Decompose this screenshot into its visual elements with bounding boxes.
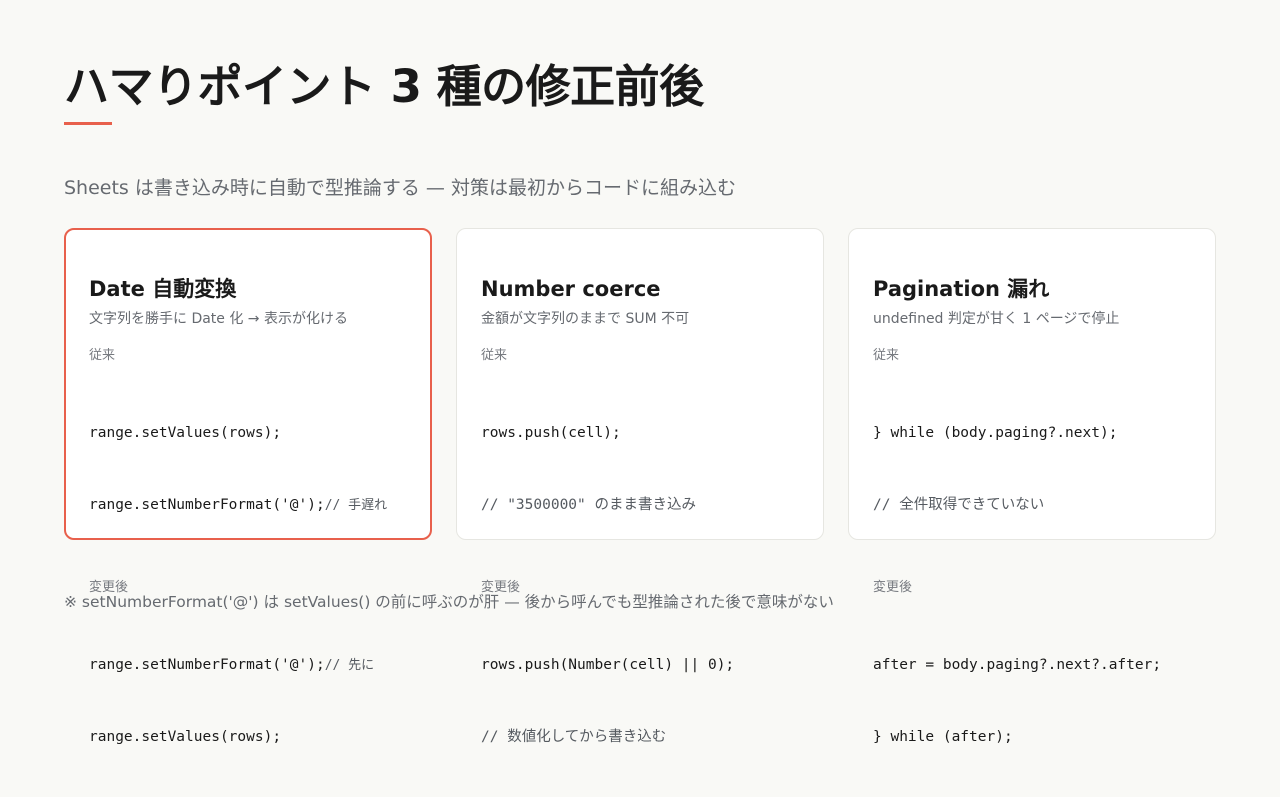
before-code-block: range.setValues(rows); range.setNumberFo… bbox=[89, 373, 407, 565]
page-title: ハマりポイント 3 種の修正前後 bbox=[64, 60, 704, 113]
card-description: undefined 判定が甘く 1 ページで停止 bbox=[873, 311, 1120, 327]
code-comment: // 全件取得できていない bbox=[873, 497, 1045, 513]
code-line: } while (body.paging?.next); bbox=[873, 421, 1191, 445]
card-title: Number coerce bbox=[481, 277, 661, 301]
code-line: range.setValues(rows); bbox=[89, 725, 407, 749]
before-label: 従来 bbox=[89, 348, 116, 363]
code-line: // "3500000" のまま書き込み bbox=[481, 493, 799, 517]
card-description: 金額が文字列のままで SUM 不可 bbox=[481, 311, 690, 327]
code-line: // 数値化してから書き込む bbox=[481, 725, 799, 749]
code-line: // 全件取得できていない bbox=[873, 493, 1191, 517]
before-label: 従来 bbox=[481, 348, 508, 363]
code-text: rows.push(cell); bbox=[481, 425, 621, 441]
code-text: after = body.paging?.next?.after; bbox=[873, 657, 1162, 673]
footnote: ※ setNumberFormat('@') は setValues() の前に… bbox=[64, 593, 834, 611]
code-comment: // 先に bbox=[324, 658, 375, 673]
page-subtitle: Sheets は書き込み時に自動で型推論する — 対策は最初からコードに組み込む bbox=[64, 177, 736, 199]
card-pagination: Pagination 漏れ undefined 判定が甘く 1 ページで停止 従… bbox=[848, 228, 1216, 745]
card-title: Date 自動変換 bbox=[89, 277, 237, 301]
code-text: range.setNumberFormat('@'); bbox=[89, 497, 325, 513]
after-code-block: range.setNumberFormat('@');// 先に range.s… bbox=[89, 605, 407, 797]
after-label: 変更後 bbox=[873, 580, 913, 595]
card-number-coerce: Number coerce 金額が文字列のままで SUM 不可 従来 rows.… bbox=[456, 228, 824, 745]
cards-row: Date 自動変換 文字列を勝手に Date 化 → 表示が化ける 従来 ran… bbox=[64, 228, 1216, 745]
card-description: 文字列を勝手に Date 化 → 表示が化ける bbox=[89, 311, 348, 327]
code-text: range.setValues(rows); bbox=[89, 729, 282, 745]
before-code-block: } while (body.paging?.next); // 全件取得できてい… bbox=[873, 373, 1191, 565]
code-line: range.setNumberFormat('@');// 先に bbox=[89, 653, 407, 677]
code-comment: // 手遅れ bbox=[324, 498, 388, 513]
code-text: range.setValues(rows); bbox=[89, 425, 282, 441]
code-comment: // 数値化してから書き込む bbox=[481, 729, 667, 745]
code-text: } while (after); bbox=[873, 729, 1013, 745]
code-line: after = body.paging?.next?.after; bbox=[873, 653, 1191, 677]
code-line: rows.push(cell); bbox=[481, 421, 799, 445]
code-text: } while (body.paging?.next); bbox=[873, 425, 1118, 441]
before-label: 従来 bbox=[873, 348, 900, 363]
code-line: rows.push(Number(cell) || 0); bbox=[481, 653, 799, 677]
code-text: rows.push(Number(cell) || 0); bbox=[481, 657, 735, 673]
code-line: range.setValues(rows); bbox=[89, 421, 407, 445]
after-code-block: after = body.paging?.next?.after; } whil… bbox=[873, 605, 1191, 797]
code-line: } while (after); bbox=[873, 725, 1191, 749]
title-accent-bar bbox=[64, 122, 112, 125]
code-line: range.setNumberFormat('@');// 手遅れ bbox=[89, 493, 407, 517]
card-date-conversion: Date 自動変換 文字列を勝手に Date 化 → 表示が化ける 従来 ran… bbox=[64, 228, 432, 745]
card-title: Pagination 漏れ bbox=[873, 277, 1050, 301]
code-comment: // "3500000" のまま書き込み bbox=[481, 497, 696, 513]
after-code-block: rows.push(Number(cell) || 0); // 数値化してから… bbox=[481, 605, 799, 797]
code-text: range.setNumberFormat('@'); bbox=[89, 657, 325, 673]
before-code-block: rows.push(cell); // "3500000" のまま書き込み bbox=[481, 373, 799, 565]
